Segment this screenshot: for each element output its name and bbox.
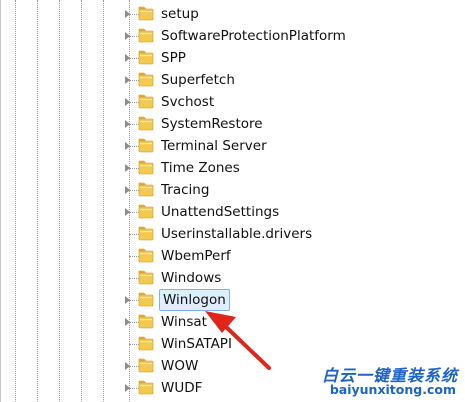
- red-arrow-icon: [205, 311, 271, 370]
- watermark-url-text: baiyunxitong.com: [329, 382, 456, 397]
- watermark: 白云一键重装系统 baiyunxitong.com: [312, 360, 462, 400]
